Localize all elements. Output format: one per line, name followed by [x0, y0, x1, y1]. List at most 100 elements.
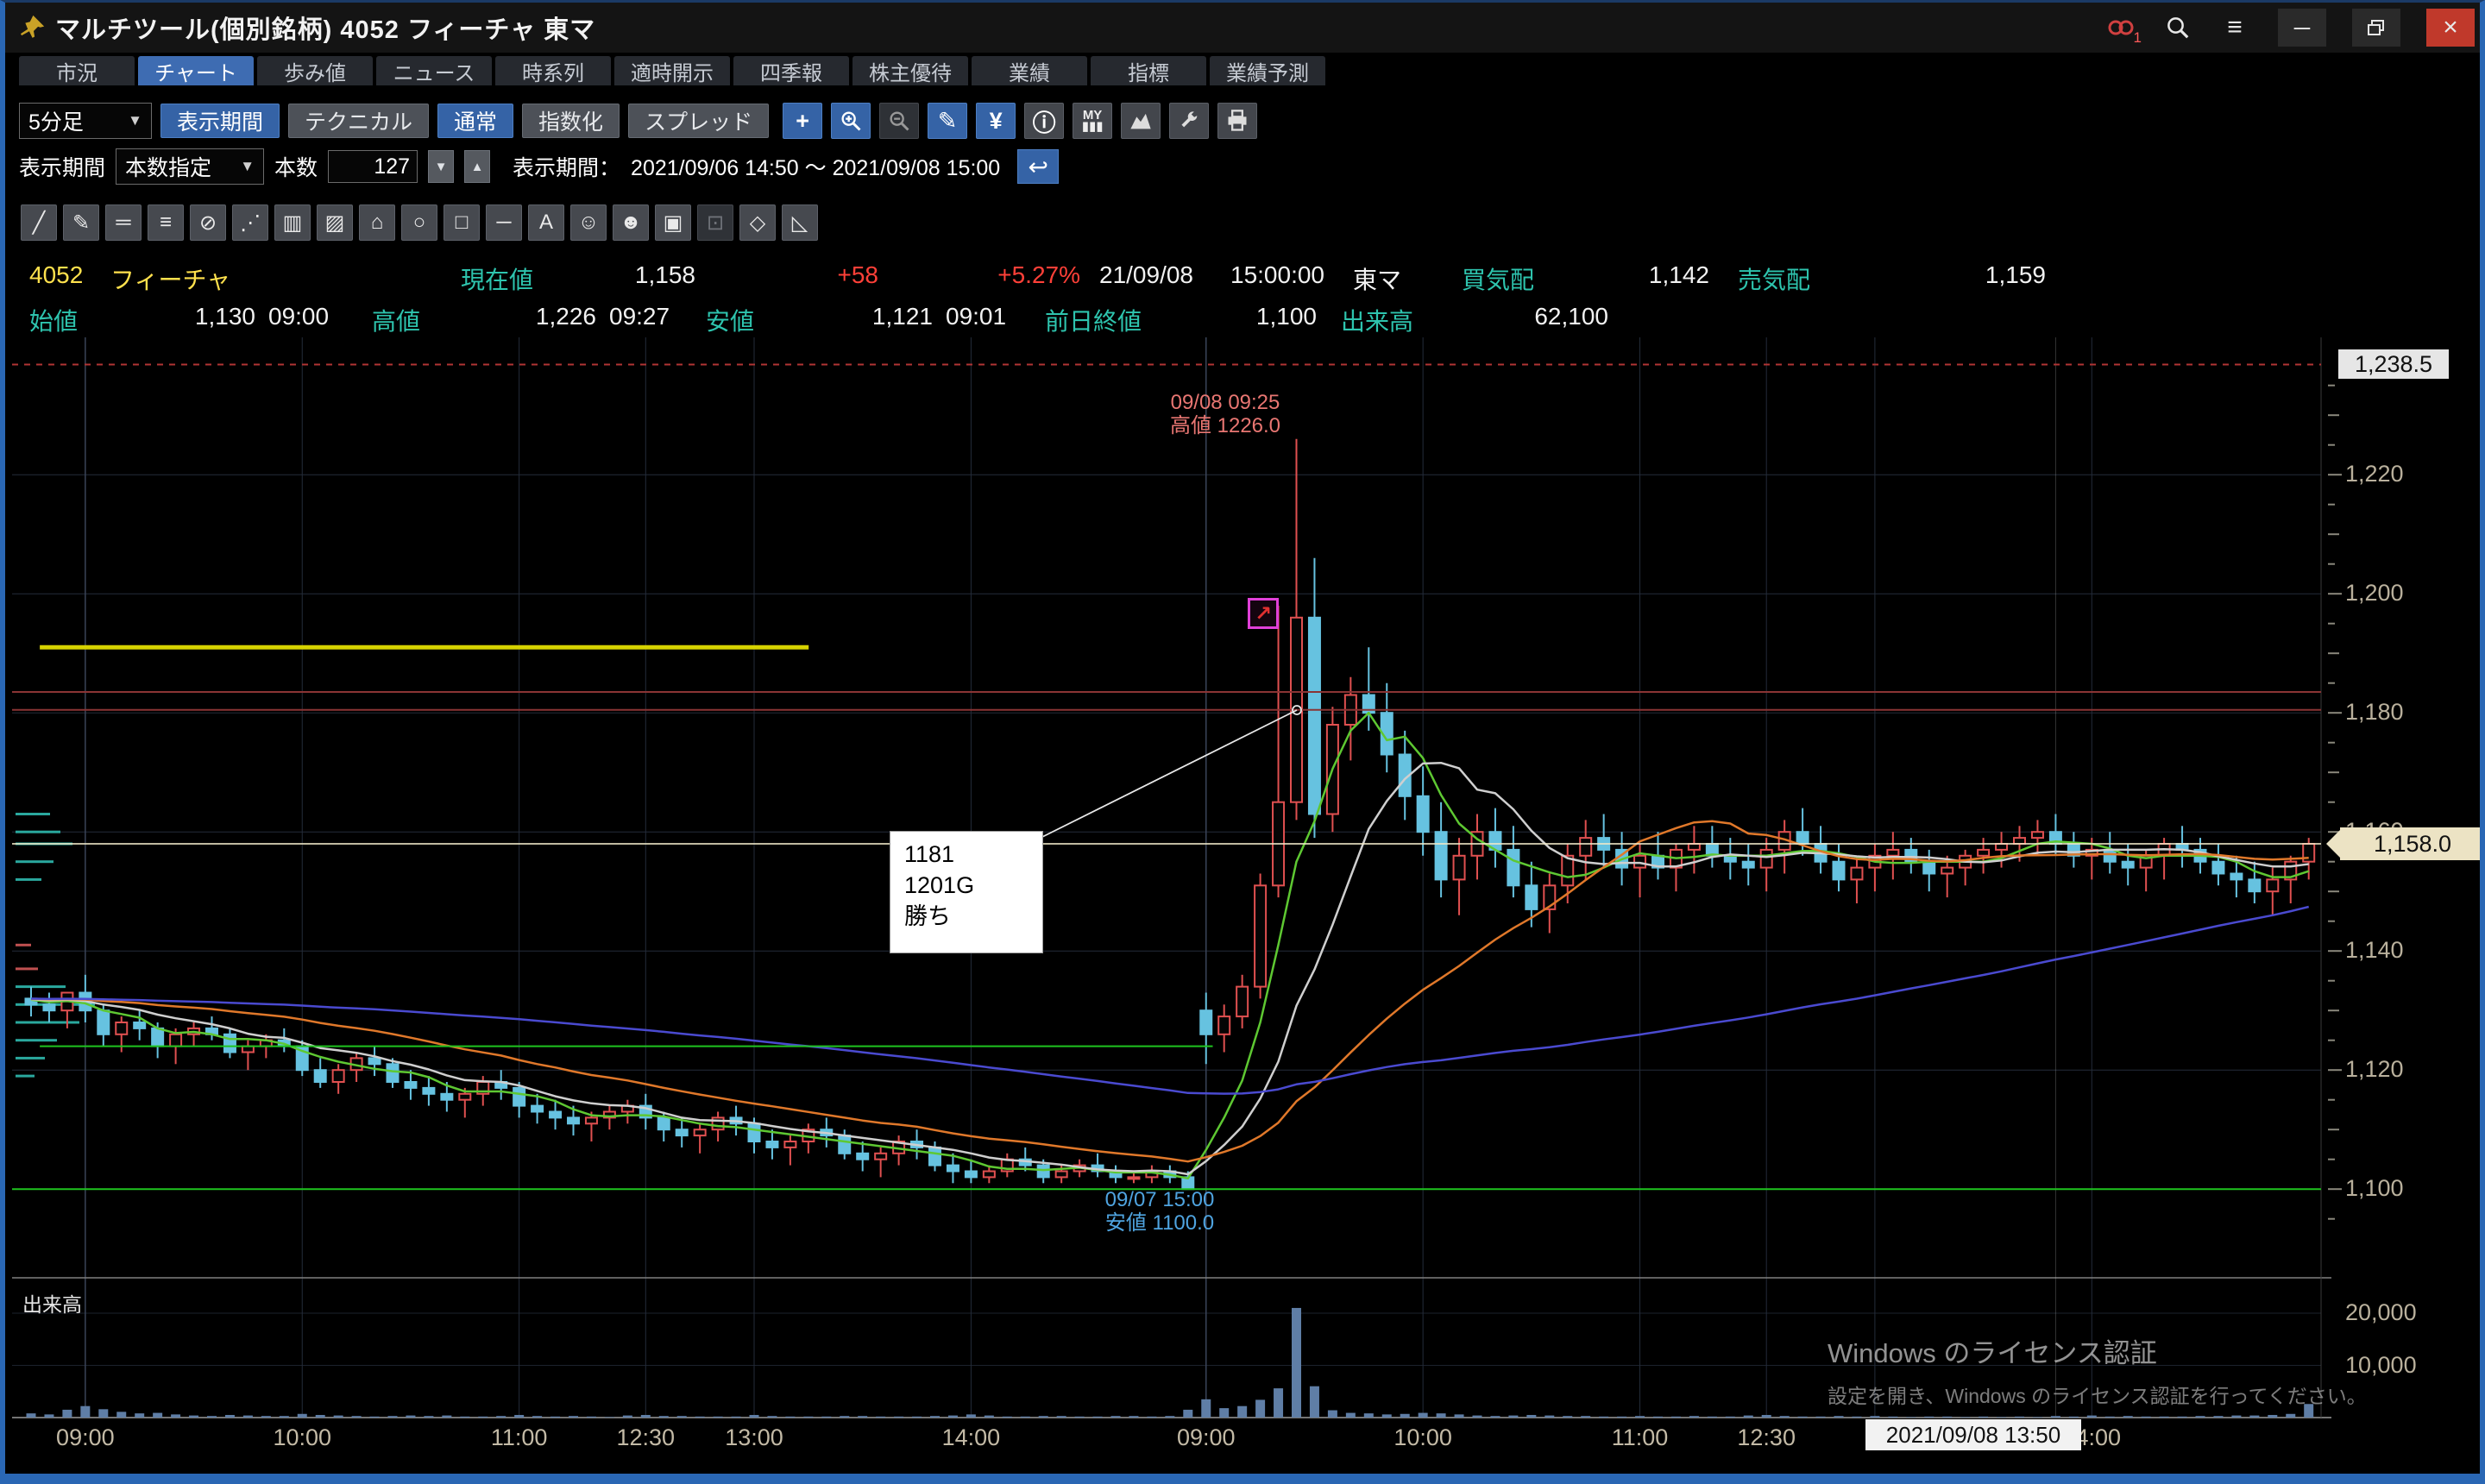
fan-lines-tool[interactable]: ⋰ — [232, 204, 268, 241]
prev-close-label: 前日終値 — [1045, 303, 1142, 337]
hand-move-tool[interactable]: ⊡ — [697, 204, 733, 241]
time-tick-label: 09:00 — [56, 1424, 115, 1451]
zoom-in-icon[interactable] — [831, 103, 871, 139]
close-button[interactable]: × — [2426, 9, 2475, 47]
text-tool[interactable]: A — [528, 204, 564, 241]
tab-news[interactable]: ニュース — [376, 56, 492, 85]
bar-count-input[interactable]: 127 — [328, 150, 418, 183]
tab-forecast[interactable]: 業績予測 — [1210, 56, 1325, 85]
timeframe-value: 5分足 — [28, 105, 84, 136]
chart-style-icon[interactable] — [1121, 103, 1161, 139]
erase-object-tool[interactable]: ◇ — [739, 204, 776, 241]
tab-shikiho[interactable]: 四季報 — [733, 56, 849, 85]
high-time: 09:27 — [609, 303, 670, 330]
range-label: 表示期間： — [513, 151, 620, 182]
reset-period-button[interactable]: ↩ — [1017, 149, 1059, 184]
volume-value: 62,100 — [1534, 303, 1608, 330]
pentagon-tool[interactable]: ⌂ — [359, 204, 395, 241]
print-icon[interactable] — [1217, 103, 1257, 139]
time-tick-label: 11:00 — [491, 1424, 548, 1451]
yen-icon[interactable]: ¥ — [976, 103, 1016, 139]
timeframe-select[interactable]: 5分足 ▼ — [19, 103, 152, 139]
settings-wrench-icon[interactable] — [1169, 103, 1209, 139]
low-label: 安値 — [706, 303, 754, 337]
crosshair-icon[interactable]: + — [783, 103, 822, 139]
fibonacci-lines-tool[interactable]: ▨ — [317, 204, 353, 241]
vertical-lines-tool[interactable]: ▥ — [274, 204, 311, 241]
tab-tick[interactable]: 歩み値 — [257, 56, 373, 85]
tab-benefit[interactable]: 株主優待 — [852, 56, 968, 85]
rectangle-tool[interactable]: □ — [444, 204, 480, 241]
count-down-button[interactable]: ▼ — [428, 150, 454, 183]
low-annotation-price: 安値 1100.0 — [1085, 1211, 1234, 1235]
axis-tick-label: 1,220 — [2345, 461, 2404, 487]
title-bar[interactable]: マルチツール(個別銘柄) 4052 フィーチャ 東マ 1 ≡ ─ × — [5, 3, 2480, 53]
count-up-button[interactable]: ▲ — [464, 150, 490, 183]
tab-chart[interactable]: チャート — [138, 56, 254, 85]
menu-icon[interactable]: ≡ — [2218, 10, 2252, 45]
tab-indicators[interactable]: 指標 — [1091, 56, 1206, 85]
search-icon[interactable] — [2161, 10, 2195, 45]
indexed-button[interactable]: 指数化 — [522, 104, 620, 138]
high-annotation-time: 09/08 09:25 — [1158, 391, 1293, 414]
copy-object-tool[interactable]: ▣ — [655, 204, 691, 241]
period-mode-value: 本数指定 — [125, 151, 211, 182]
last-value: 1,158 — [635, 261, 695, 289]
draw-pencil-icon[interactable]: ✎ — [928, 103, 967, 139]
axis-tick-label: 1,180 — [2345, 699, 2404, 726]
zoom-out-icon[interactable] — [879, 103, 919, 139]
tab-market[interactable]: 市況 — [19, 56, 135, 85]
change-percent: +5.27% — [997, 261, 1080, 289]
horizontal-line-tool[interactable]: ─ — [486, 204, 522, 241]
parallel-lines-2-tool[interactable]: ═ — [105, 204, 142, 241]
market-name: 東マ — [1353, 261, 1401, 296]
prev-close-value: 1,100 — [1256, 303, 1317, 330]
ask-label: 売気配 — [1738, 261, 1810, 296]
trend-line-tool[interactable]: ╱ — [21, 204, 57, 241]
range-value: 2021/09/06 14:50 ～ 2021/09/08 15:00 — [631, 151, 1000, 182]
buy-signal-icon[interactable]: ↗ — [1248, 598, 1279, 629]
link-icon[interactable]: 1 — [2104, 10, 2138, 45]
ellipse-tool[interactable]: ○ — [401, 204, 437, 241]
chart-canvas[interactable] — [12, 337, 2483, 1419]
display-period-button[interactable]: 表示期間 — [160, 104, 280, 138]
ask-value: 1,159 — [1985, 261, 2046, 289]
normal-button[interactable]: 通常 — [437, 104, 513, 138]
volume-label: 出来高 — [1341, 303, 1413, 337]
quote-time: 15:00:00 — [1230, 261, 1324, 289]
period-mode-select[interactable]: 本数指定 ▼ — [116, 148, 264, 185]
volume-pane-label: 出来高 — [22, 1288, 82, 1317]
parallel-lines-3-tool[interactable]: ≡ — [148, 204, 184, 241]
gann-line-tool[interactable]: ⊘ — [190, 204, 226, 241]
my-chart-icon[interactable]: MY▮▮▮ — [1073, 103, 1112, 139]
icon-stamp-dot-tool[interactable]: ☻ — [613, 204, 649, 241]
tab-disclosure[interactable]: 適時開示 — [614, 56, 730, 85]
quote-date: 21/09/08 — [1099, 261, 1193, 289]
axis-top-marker: 1,238.5 — [2338, 349, 2449, 379]
info-icon[interactable]: ⓘ — [1024, 103, 1064, 139]
axis-tick-label: 1,200 — [2345, 580, 2404, 607]
price-volume-chart[interactable] — [12, 337, 2483, 1419]
bid-value: 1,142 — [1649, 261, 1709, 289]
restore-button[interactable] — [2352, 9, 2400, 47]
minimize-button[interactable]: ─ — [2278, 9, 2326, 47]
chart-toolbar: 5分足 ▼ 表示期間テクニカル通常指数化スプレッド + ✎¥ⓘMY▮▮▮ — [19, 103, 1257, 139]
axis-tick-label: 1,100 — [2345, 1175, 2404, 1202]
last-label: 現在値 — [461, 261, 533, 296]
time-tick-label: 10:00 — [1393, 1424, 1452, 1451]
time-tick-label: 13:00 — [725, 1424, 783, 1451]
pencil-tool[interactable]: ✎ — [63, 204, 99, 241]
time-tick-label: 12:30 — [617, 1424, 676, 1451]
icon-stamp-tool[interactable]: ☺ — [570, 204, 607, 241]
technical-button[interactable]: テクニカル — [288, 104, 429, 138]
change-value: +58 — [838, 261, 879, 289]
tab-timeseries[interactable]: 時系列 — [495, 56, 611, 85]
axis-tick-label: 10,000 — [2345, 1352, 2417, 1379]
tooltip-exit-price: 1201G — [904, 870, 1042, 901]
stock-name: フィーチャ — [110, 261, 230, 296]
stock-code: 4052 — [29, 261, 83, 289]
tab-earnings[interactable]: 業績 — [972, 56, 1087, 85]
spread-button[interactable]: スプレッド — [628, 104, 769, 138]
period-label: 表示期間 — [19, 151, 105, 182]
erase-all-tool[interactable]: ◺ — [782, 204, 818, 241]
